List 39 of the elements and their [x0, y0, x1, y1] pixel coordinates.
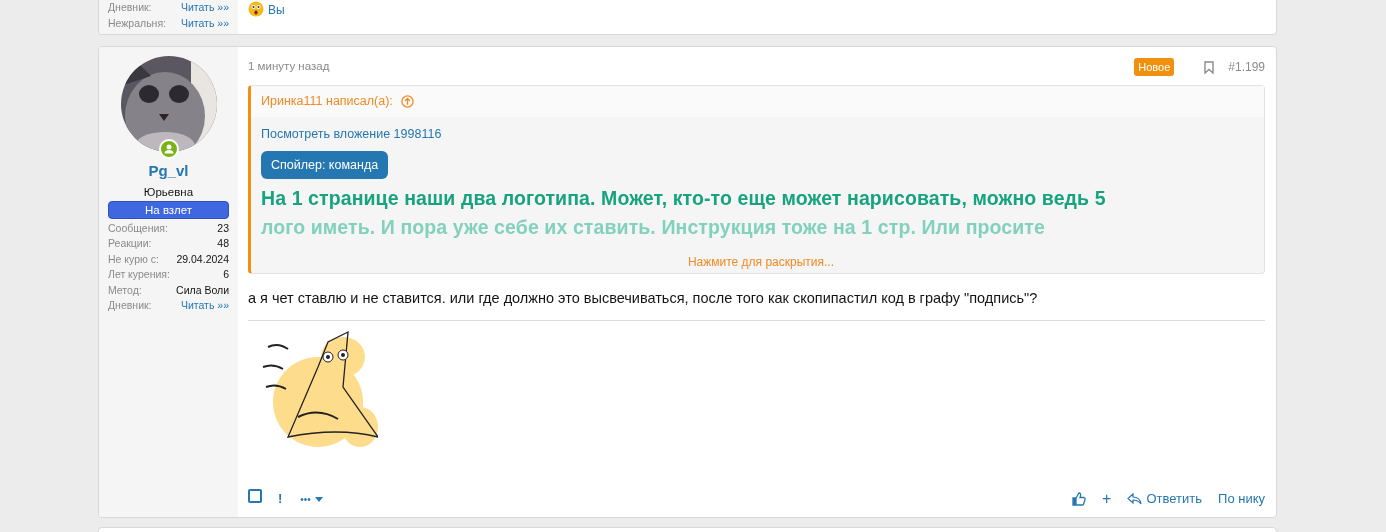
- post-text: а я чет ставлю и не ставится. или где должно это высвечиваться, после того как скопипастил код в графу "подпись"?: [248, 287, 1265, 321]
- stat-label: Дневник:: [108, 298, 152, 313]
- stat-label: Не курю с:: [108, 251, 159, 267]
- spoiler-button[interactable]: Спойлер: команда: [261, 150, 389, 180]
- bookmark-icon[interactable]: [1204, 60, 1215, 74]
- new-badge: Новое: [1134, 57, 1175, 77]
- stat-value: 48: [217, 236, 229, 251]
- quote-author: Иринка111 написал(а):: [261, 93, 393, 110]
- stat-value: 29.04.2024: [176, 251, 229, 267]
- user-title: Юрьевна: [142, 184, 195, 200]
- stat-label: Метод:: [108, 282, 142, 298]
- stat-value: 6: [223, 267, 229, 282]
- stat-label: Реакции:: [108, 236, 152, 251]
- select-checkbox[interactable]: [248, 489, 262, 504]
- stat-label: Лет курения:: [108, 267, 170, 282]
- reply-button[interactable]: Ответить: [1127, 489, 1203, 509]
- stat-value: 23: [217, 220, 229, 236]
- stat-link[interactable]: Читать »»: [180, 15, 229, 31]
- add-reaction-button[interactable]: +: [1102, 487, 1112, 511]
- post-time: 1 минуту назад: [248, 59, 330, 75]
- stat-label: Дневник:: [108, 0, 152, 15]
- caret-icon: [314, 496, 323, 502]
- reaction-user-link[interactable]: Вы: [268, 1, 285, 19]
- report-button[interactable]: !: [278, 489, 283, 509]
- action-link[interactable]: По нику: [1218, 489, 1265, 509]
- stat-label: Сообщения:: [108, 220, 168, 236]
- stat-value: Сила Воли: [176, 282, 229, 298]
- quote-text-line: На 1 странице наши два логотипа. Может, кто-то еще может нарисовать, можно ведь 5: [261, 186, 1107, 212]
- stat-link[interactable]: Читать »»: [180, 0, 229, 16]
- more-button[interactable]: •••: [300, 491, 323, 507]
- user-banner: На взлет: [108, 200, 229, 219]
- stat-link[interactable]: Читать »»: [180, 298, 229, 314]
- post-number-link[interactable]: #1.199: [1228, 58, 1265, 76]
- stat-label: Нежральня:: [108, 15, 166, 31]
- attachment-link[interactable]: Посмотреть вложение 1998116: [261, 126, 442, 141]
- username-link[interactable]: Pg_vl: [108, 160, 229, 183]
- quote-text-line: лого иметь. И пора уже себе их ставить. Инструкция тоже на 1 стр. Или просите: [261, 215, 1046, 241]
- thumbs-up-icon[interactable]: [1072, 492, 1087, 506]
- reply-icon: [1127, 493, 1143, 505]
